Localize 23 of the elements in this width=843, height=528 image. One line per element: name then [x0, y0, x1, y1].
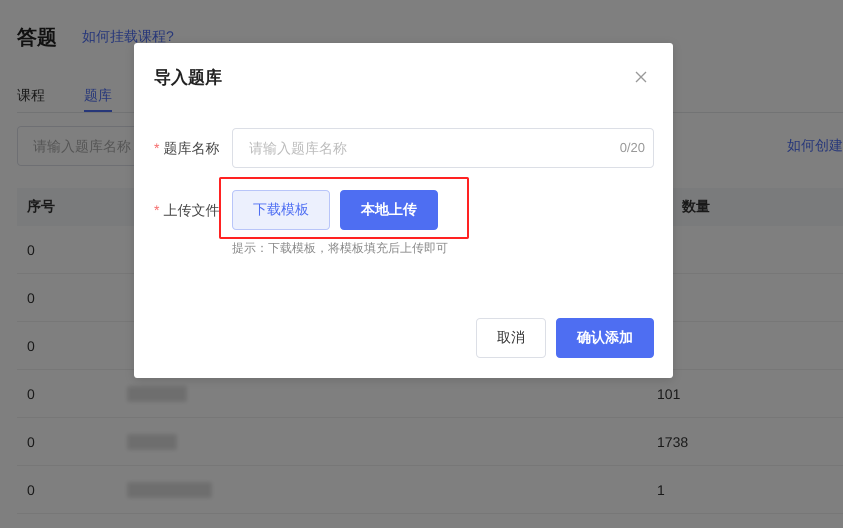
cancel-button[interactable]: 取消 [476, 318, 546, 358]
required-mark: * [154, 140, 160, 156]
table-cell: 1738 [647, 418, 843, 466]
table-cell: 0 [17, 226, 127, 274]
confirm-button[interactable]: 确认添加 [556, 318, 654, 358]
table-cell: 0 [17, 322, 127, 370]
tab[interactable]: 课程 [17, 82, 45, 112]
table-cell: 0 [17, 274, 127, 322]
column-header: 序号 [17, 188, 127, 226]
required-mark: * [154, 202, 160, 218]
help-link[interactable]: 如何挂载课程? [82, 28, 174, 46]
char-counter: 0/20 [620, 140, 645, 155]
close-icon[interactable] [635, 71, 647, 83]
field-label: 题库名称 [163, 140, 220, 156]
download-button[interactable]: 下载模板 [232, 190, 330, 230]
table-cell: 1 [647, 466, 843, 514]
field-label: 上传文件 [163, 202, 220, 218]
upload-button[interactable]: 本地上传 [340, 190, 438, 230]
page-title: 答题 [17, 26, 57, 50]
hint-text: 提示：下载模板，将模板填充后上传即可 [232, 240, 448, 257]
create-link[interactable]: 如何创建 [787, 137, 843, 155]
tab[interactable]: 题库 [84, 82, 112, 112]
dialog-title: 导入题库 [154, 66, 222, 88]
